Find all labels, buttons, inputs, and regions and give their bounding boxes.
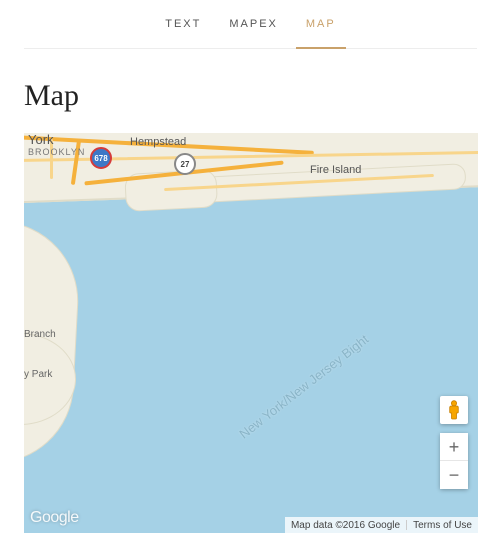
map-data-text: Map data ©2016 Google (291, 520, 400, 531)
page-title: Map (24, 79, 477, 113)
zoom-in-button[interactable]: + (440, 433, 468, 461)
map-label-york: York (28, 133, 54, 147)
map-label-ny-nj-bight: New York/New Jersey Bight (236, 331, 371, 441)
zoom-control: + − (440, 433, 468, 489)
pegman-icon (447, 400, 461, 420)
map-label-branch: Branch (24, 329, 56, 340)
map-label-brooklyn: BROOKLYN (28, 147, 85, 157)
tab-text[interactable]: TEXT (165, 18, 201, 48)
terms-link[interactable]: Terms of Use (413, 520, 472, 531)
divider (406, 520, 407, 530)
map-label-hempstead: Hempstead (130, 136, 186, 148)
route-shield-678-icon: 678 (90, 147, 112, 169)
google-logo: Google (30, 509, 79, 527)
map-attribution: Map data ©2016 Google Terms of Use (285, 517, 478, 533)
tab-map[interactable]: MAP (306, 18, 336, 48)
route-shield-27-icon: 27 (174, 153, 196, 175)
map-label-fire-island: Fire Island (310, 164, 361, 176)
map[interactable]: 678 27 York BROOKLYN Hempstead Fire Isla… (24, 133, 478, 533)
tabs: TEXT MAPEX MAP (24, 0, 477, 49)
streetview-pegman-button[interactable] (440, 396, 468, 424)
page: TEXT MAPEX MAP Map 678 27 York BROOKLYN … (0, 0, 501, 533)
tab-mapex[interactable]: MAPEX (229, 18, 278, 48)
map-label-park: y Park (24, 369, 52, 380)
zoom-out-button[interactable]: − (440, 461, 468, 489)
